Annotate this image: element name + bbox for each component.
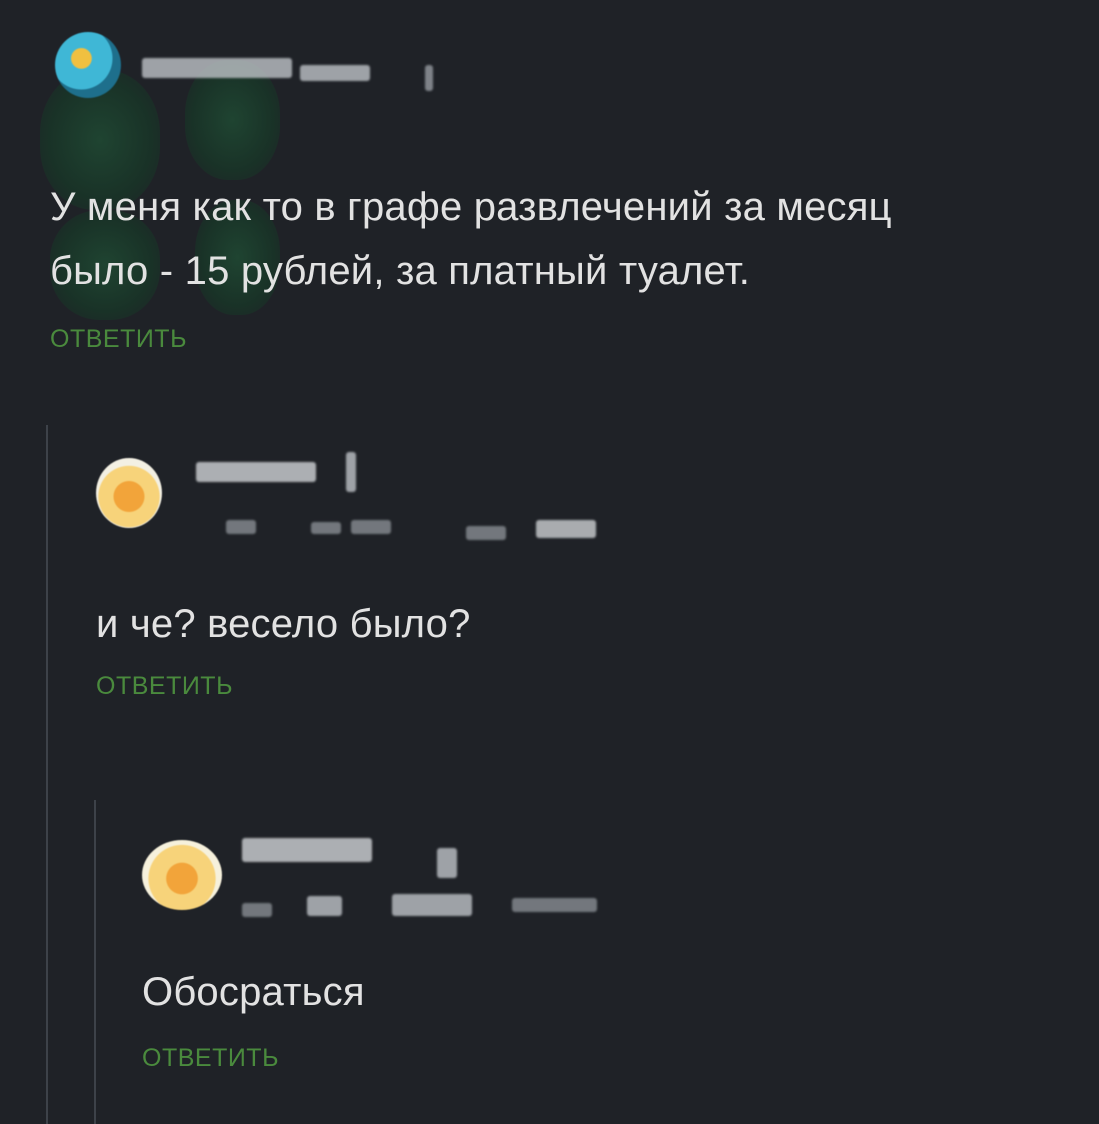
reply-button[interactable]: ОТВЕТИТЬ — [50, 325, 187, 354]
user-avatar[interactable] — [96, 458, 162, 528]
comment-reply-level-1: и че? весело было? ОТВЕТИТЬ — [96, 440, 1056, 701]
meta-redacted — [351, 520, 391, 534]
comment-header — [50, 20, 1070, 120]
comment-reply-level-2: Обосраться ОТВЕТИТЬ — [142, 818, 1042, 1073]
comment-text: У меня как то в графе развлечений за мес… — [50, 175, 1070, 303]
username-redacted — [242, 838, 372, 862]
user-avatar[interactable] — [142, 840, 222, 910]
username-redacted — [196, 462, 316, 482]
thread-line-level-1 — [46, 425, 48, 1124]
comment-top-level: У меня как то в графе развлечений за мес… — [50, 20, 1070, 354]
meta-redacted — [226, 520, 256, 534]
comment-text-line-1: У меня как то в графе развлечений за мес… — [50, 185, 892, 229]
reply-button[interactable]: ОТВЕТИТЬ — [96, 672, 233, 701]
timestamp-redacted — [425, 65, 433, 91]
meta-redacted — [536, 520, 596, 538]
username-redacted — [300, 65, 370, 81]
comment-header — [96, 440, 1056, 560]
user-avatar[interactable] — [55, 32, 121, 98]
username-redacted — [142, 58, 292, 78]
comment-text-line-2: было - 15 рублей, за платный туалет. — [50, 249, 751, 293]
comment-header — [142, 818, 1042, 928]
meta-redacted — [466, 526, 506, 540]
timestamp-redacted — [346, 452, 356, 492]
meta-redacted — [392, 894, 472, 916]
thread-line-level-2 — [94, 800, 96, 1124]
comment-text: и че? весело было? — [96, 602, 471, 646]
meta-redacted — [242, 903, 272, 917]
comment-text: Обосраться — [142, 970, 365, 1014]
meta-redacted — [512, 898, 597, 912]
meta-redacted — [307, 896, 342, 916]
meta-redacted — [311, 522, 341, 534]
timestamp-redacted — [437, 848, 457, 878]
reply-button[interactable]: ОТВЕТИТЬ — [142, 1044, 279, 1073]
